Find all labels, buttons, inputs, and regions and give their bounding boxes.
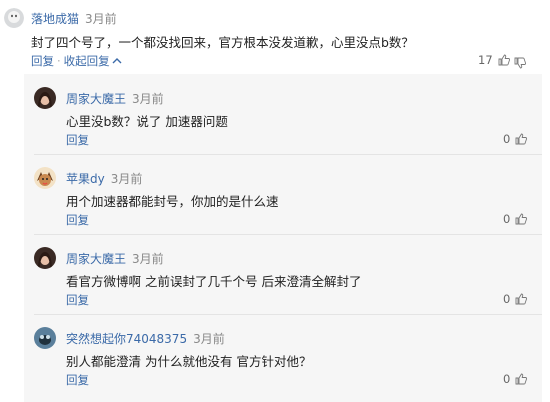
reply-author[interactable]: 苹果dy 3月前	[66, 170, 142, 187]
like-count: 17	[478, 53, 493, 67]
like-count: 0	[503, 212, 511, 226]
comment-time: 3月前	[85, 12, 117, 26]
comment-author[interactable]: 落地成猫 3月前	[31, 10, 117, 27]
thumbs-up-icon	[515, 213, 528, 225]
collapse-replies-link[interactable]: 收起回复	[64, 54, 122, 68]
reply-link[interactable]: 回复	[66, 372, 89, 388]
reply-author[interactable]: 周家大魔王 3月前	[66, 250, 164, 267]
reply-text: 用个加速器都能封号，你加的是什么速	[66, 194, 279, 209]
reply-link[interactable]: 回复	[66, 132, 89, 148]
avatar[interactable]	[4, 8, 24, 28]
thumbs-up-icon	[515, 373, 528, 385]
dislike-button[interactable]	[514, 54, 527, 73]
like-button[interactable]: 0	[503, 372, 528, 386]
reply-time: 3月前	[132, 92, 164, 106]
like-count: 0	[503, 132, 511, 146]
like-count: 0	[503, 372, 511, 386]
comment-actions: 回复 · 收起回复	[31, 53, 122, 69]
author-name[interactable]: 周家大魔王	[66, 92, 126, 106]
like-count: 0	[503, 292, 511, 306]
reply-author[interactable]: 周家大魔王 3月前	[66, 90, 164, 107]
reply-time: 3月前	[193, 332, 225, 346]
author-name[interactable]: 落地成猫	[31, 12, 79, 26]
avatar[interactable]	[34, 327, 56, 349]
divider	[34, 234, 542, 235]
reply-text: 心里没b数？说了 加速器问题	[66, 114, 228, 129]
avatar[interactable]	[34, 87, 56, 109]
thumbs-up-icon	[515, 133, 528, 145]
separator: ·	[57, 54, 61, 68]
reply-text: 看官方微博啊 之前误封了几千个号 后来澄清全解封了	[66, 274, 362, 289]
thumbs-up-icon	[498, 54, 510, 66]
divider	[34, 154, 542, 155]
reply-time: 3月前	[110, 172, 143, 186]
divider	[34, 314, 542, 315]
reply-text: 别人都能澄清 为什么就他没有 官方针对他？	[66, 354, 312, 369]
author-name[interactable]: 苹果dy	[66, 172, 105, 186]
like-button[interactable]: 0	[503, 212, 528, 226]
reply-link[interactable]: 回复	[66, 212, 89, 228]
reply-link[interactable]: 回复	[31, 54, 54, 68]
comment-text: 封了四个号了，一个都没找回来，官方根本没发道歉，心里没点b数？	[31, 35, 414, 50]
reply-author[interactable]: 突然想起你74048375 3月前	[66, 330, 225, 347]
thumbs-up-icon	[515, 293, 528, 305]
chevron-up-icon	[112, 58, 122, 64]
avatar[interactable]	[34, 247, 56, 269]
author-name[interactable]: 突然想起你74048375	[66, 332, 187, 346]
avatar[interactable]	[34, 167, 56, 189]
collapse-label: 收起回复	[63, 54, 110, 68]
like-button[interactable]: 17	[478, 53, 510, 67]
author-name[interactable]: 周家大魔王	[66, 252, 126, 266]
like-button[interactable]: 0	[503, 132, 528, 146]
reply-link[interactable]: 回复	[66, 292, 89, 308]
comment-thread: 落地成猫 3月前 封了四个号了，一个都没找回来，官方根本没发道歉，心里没点b数？ …	[0, 0, 550, 402]
thumbs-down-icon	[514, 57, 527, 69]
reply-time: 3月前	[132, 252, 164, 266]
like-button[interactable]: 0	[503, 292, 528, 306]
